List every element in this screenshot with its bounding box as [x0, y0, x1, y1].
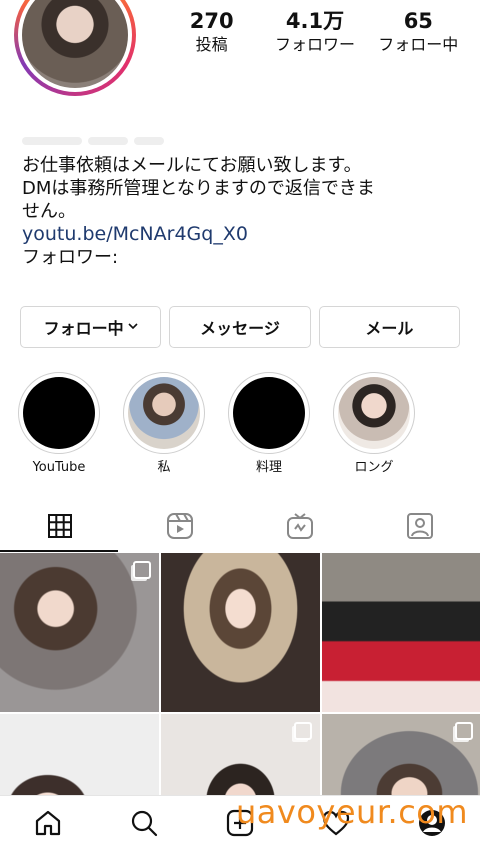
email-button[interactable]: メール — [318, 306, 460, 348]
home-icon — [33, 808, 63, 842]
highlight-long[interactable]: ロング — [333, 372, 415, 476]
following-label: フォロー中 — [378, 35, 459, 54]
message-button-label: メッセージ — [200, 319, 280, 338]
carousel-icon — [294, 722, 312, 740]
home-button[interactable] — [24, 801, 72, 849]
post-thumbnail[interactable] — [0, 553, 159, 712]
post-thumbnail[interactable] — [322, 553, 480, 712]
profile-stats: 270 投稿 4.1万 フォロワー 65 フォロー中 — [160, 8, 470, 56]
profile-avatar-ring[interactable] — [14, 0, 136, 96]
following-count: 65 — [403, 9, 433, 33]
followers-label: フォロワー — [274, 35, 355, 54]
bio-line: お仕事依頼はメールにてお願い致します。 — [22, 155, 362, 176]
carousel-icon — [455, 722, 473, 740]
highlight-label: ロング — [354, 460, 394, 475]
tab-reels[interactable] — [120, 504, 240, 552]
tab-igtv[interactable] — [240, 504, 360, 552]
bio-link[interactable]: youtu.be/McNAr4Gq_X0 — [22, 223, 460, 246]
search-icon — [129, 808, 159, 842]
highlight-youtube[interactable]: YouTube — [18, 372, 100, 476]
tab-tagged[interactable] — [360, 504, 480, 552]
following-button-label: フォロー中 — [43, 319, 124, 338]
highlight-label: YouTube — [32, 460, 86, 475]
following-stat[interactable]: 65 フォロー中 — [368, 8, 468, 56]
profile-bio: お仕事依頼はメールにてお願い致します。 DMは事務所管理となりますので返信できま… — [22, 154, 460, 269]
highlight-ring — [18, 372, 100, 454]
highlight-ring — [123, 372, 205, 454]
post-thumbnail[interactable] — [161, 553, 320, 712]
reels-icon — [166, 512, 194, 544]
highlight-label: 私 — [157, 460, 171, 475]
active-tab-indicator — [0, 550, 118, 552]
highlight-cooking[interactable]: 料理 — [228, 372, 310, 476]
search-button[interactable] — [120, 801, 168, 849]
highlight-ring — [333, 372, 415, 454]
chevron-down-icon — [128, 322, 138, 333]
grid-icon — [47, 513, 73, 543]
profile-tabs — [0, 504, 480, 552]
posts-label: 投稿 — [195, 35, 228, 54]
posts-count: 270 — [189, 9, 234, 33]
highlight-cover — [128, 377, 200, 449]
followers-stat[interactable]: 4.1万 フォロワー — [265, 8, 365, 56]
bio-line: DMは事務所管理となりますので返信できま — [22, 178, 375, 199]
message-button[interactable]: メッセージ — [169, 306, 311, 348]
highlight-ring — [228, 372, 310, 454]
watermark: uavoyeur.com — [236, 793, 469, 831]
avatar-border — [18, 0, 132, 92]
followers-mention-line[interactable]: フォロワー: — [22, 246, 460, 269]
faded-profile-name — [22, 130, 182, 145]
highlight-me[interactable]: 私 — [123, 372, 205, 476]
highlight-cover — [23, 377, 95, 449]
email-button-label: メール — [365, 319, 414, 338]
highlight-cover — [233, 377, 305, 449]
followers-count: 4.1万 — [285, 9, 345, 33]
avatar[interactable] — [22, 0, 128, 88]
highlight-cover — [338, 377, 410, 449]
posts-stat[interactable]: 270 投稿 — [162, 8, 262, 56]
tab-posts-grid[interactable] — [0, 504, 120, 552]
following-button[interactable]: フォロー中 — [20, 306, 162, 348]
tagged-icon — [406, 512, 434, 544]
carousel-icon — [133, 561, 151, 579]
bio-line: せん。 — [22, 201, 76, 222]
highlight-label: 料理 — [255, 460, 282, 475]
igtv-icon — [286, 512, 314, 544]
profile-actions: フォロー中 メッセージ メール — [20, 306, 460, 348]
story-highlights: YouTube 私 料理 ロング — [18, 372, 415, 476]
